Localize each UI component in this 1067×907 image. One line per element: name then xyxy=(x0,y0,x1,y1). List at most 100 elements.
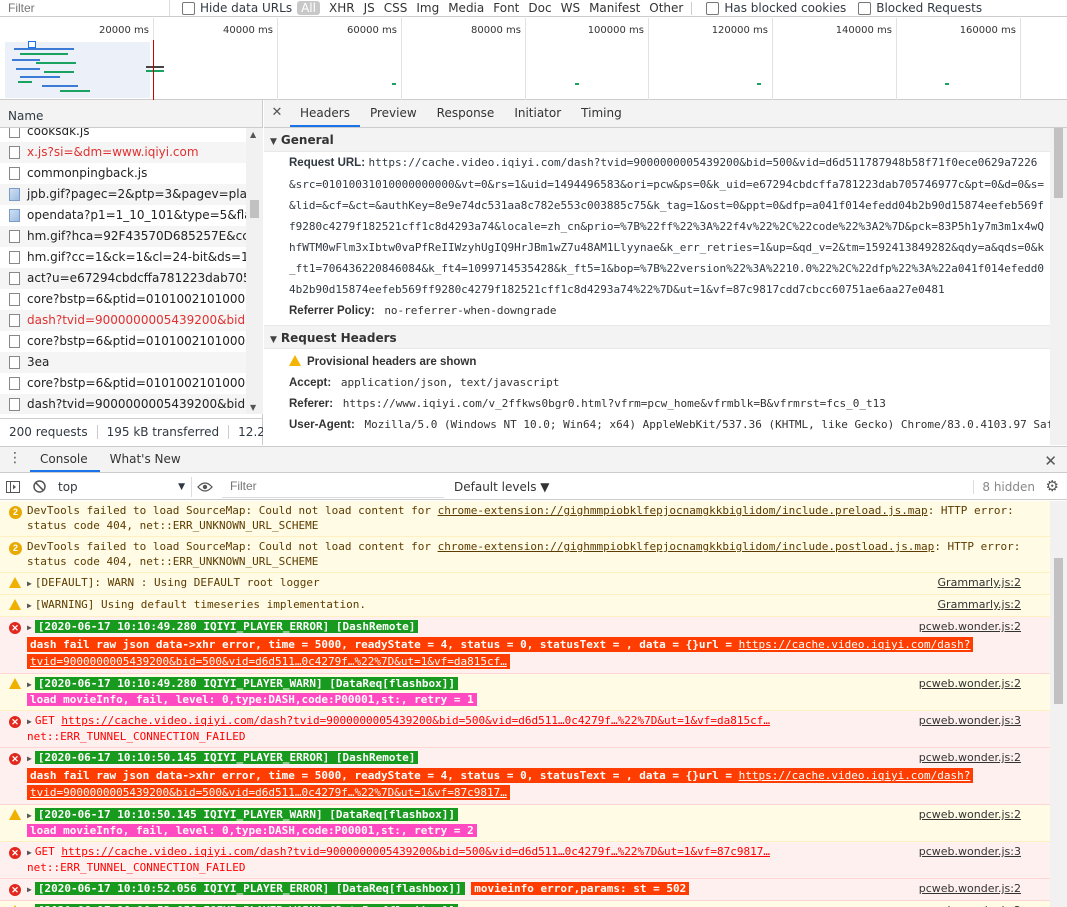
console-filter-input[interactable] xyxy=(222,475,444,498)
hide-data-urls-toggle[interactable]: Hide data URLs xyxy=(182,1,292,15)
message-link[interactable]: https://cache.video.iqiyi.com/dash?tvid=… xyxy=(61,714,770,727)
accept-header-value[interactable]: application/json, text/javascript xyxy=(341,376,560,389)
message-link[interactable]: chrome-extension://gighmmpiobklfepjocnam… xyxy=(438,540,935,553)
request-url-value[interactable]: https://cache.video.iqiyi.com/dash?tvid=… xyxy=(289,156,1044,296)
tab-headers[interactable]: Headers xyxy=(290,106,360,127)
tab-initiator[interactable]: Initiator xyxy=(504,106,571,127)
console-message[interactable]: ✕ ▶ [2020-06-17 10:10:50.145 IQIYI_PLAYER_… xyxy=(0,748,1050,805)
expand-triangle-icon[interactable]: ▶ xyxy=(27,885,32,894)
network-filter-input[interactable] xyxy=(0,0,170,16)
live-expression-eye-icon[interactable] xyxy=(192,474,218,500)
type-filter-js[interactable]: JS xyxy=(364,1,375,15)
close-drawer-icon[interactable]: ✕ xyxy=(1044,452,1057,470)
request-row[interactable]: commonpingback.js xyxy=(0,163,246,184)
tab-response[interactable]: Response xyxy=(427,106,505,127)
request-row[interactable]: cooksdk.js xyxy=(0,128,246,142)
type-filter-other[interactable]: Other xyxy=(649,1,683,15)
type-filter-all[interactable]: All xyxy=(297,1,320,15)
message-link[interactable]: https://cache.video.iqiyi.com/dash?tvid=… xyxy=(61,845,770,858)
source-link[interactable]: Grammarly.js:2 xyxy=(938,576,1021,590)
request-row[interactable]: x.js?si=&dm=www.iqiyi.com xyxy=(0,142,246,163)
request-list-scrollbar[interactable]: ▲ ▼ xyxy=(246,128,263,414)
source-link[interactable]: pcweb.wonder.js:2 xyxy=(919,751,1021,765)
request-row[interactable]: opendata?p1=1_10_101&type=5&flashuid xyxy=(0,205,246,226)
hide-data-urls-checkbox[interactable] xyxy=(182,1,195,15)
tab-whats-new[interactable]: What's New xyxy=(100,452,193,472)
type-filter-font[interactable]: Font xyxy=(493,1,519,15)
console-message[interactable]: ▶ [WARNING] Using default timeseries impl… xyxy=(0,595,1050,617)
network-overview-timeline[interactable]: 20000 ms 40000 ms 60000 ms 80000 ms 100000 m… xyxy=(0,18,1067,100)
user-agent-header-value[interactable]: Mozilla/5.0 (Windows NT 10.0; Win64; x64… xyxy=(364,418,1050,431)
console-message[interactable]: ✕ ▶ GET https://cache.video.iqiyi.com/dash… xyxy=(0,842,1050,879)
expand-triangle-icon[interactable]: ▶ xyxy=(27,811,32,820)
type-filter-manifest[interactable]: Manifest xyxy=(589,1,640,15)
scrollbar-thumb[interactable] xyxy=(250,200,259,218)
type-filter-media[interactable]: Media xyxy=(448,1,484,15)
scroll-up-icon[interactable]: ▲ xyxy=(250,130,256,139)
request-row[interactable]: core?bstp=6&ptid=010100210100000000 xyxy=(0,289,246,310)
request-row[interactable]: jpb.gif?pagec=2&ptp=3&pagev=playpage xyxy=(0,184,246,205)
name-column-header[interactable]: Name xyxy=(0,100,262,128)
referer-header-value[interactable]: https://www.iqiyi.com/v_2ffkws0bgr0.html… xyxy=(343,397,886,410)
has-blocked-cookies-toggle[interactable]: Has blocked cookies xyxy=(706,1,846,15)
tab-console[interactable]: Console xyxy=(30,452,100,472)
scrollbar-thumb[interactable] xyxy=(1054,558,1063,704)
source-link[interactable]: pcweb.wonder.js:3 xyxy=(919,845,1021,859)
tab-timing[interactable]: Timing xyxy=(571,106,632,127)
request-row[interactable]: core?bstp=6&ptid=010100210100000000 xyxy=(0,373,246,394)
expand-triangle-icon[interactable]: ▶ xyxy=(27,623,32,632)
source-link[interactable]: pcweb.wonder.js:2 xyxy=(919,620,1021,634)
referrer-policy-value[interactable]: no-referrer-when-downgrade xyxy=(384,304,556,317)
source-link[interactable]: pcweb.wonder.js:2 xyxy=(919,882,1021,896)
headers-scrollbar[interactable] xyxy=(1050,128,1067,445)
expand-triangle-icon[interactable]: ▶ xyxy=(27,717,32,726)
expand-triangle-icon[interactable]: ▶ xyxy=(27,754,32,763)
general-section-header[interactable]: ▼ General xyxy=(264,128,1050,152)
console-message[interactable]: ✕ ▶ [2020-06-17 10:10:52.056 IQIYI_PLAYER_… xyxy=(0,879,1050,901)
console-message[interactable]: 2 DevTools failed to load SourceMap: Coul… xyxy=(0,501,1050,537)
expand-triangle-icon[interactable]: ▶ xyxy=(27,680,32,689)
scroll-down-icon[interactable]: ▼ xyxy=(250,403,256,412)
console-message[interactable]: ✕ ▶ [2020-06-17 10:10:49.280 IQIYI_PLAYER_… xyxy=(0,617,1050,674)
has-blocked-cookies-checkbox[interactable] xyxy=(706,1,720,15)
log-levels-dropdown[interactable]: Default levels ▼ xyxy=(454,480,550,494)
blocked-requests-toggle[interactable]: Blocked Requests xyxy=(858,1,982,15)
request-row[interactable]: act?u=e67294cbdcffa781223dab7057469 xyxy=(0,268,246,289)
scrollbar-thumb[interactable] xyxy=(1054,128,1063,198)
context-selector[interactable]: top ▼ xyxy=(52,476,192,497)
source-link[interactable]: pcweb.wonder.js:2 xyxy=(919,677,1021,691)
close-detail-icon[interactable]: ✕ xyxy=(264,105,290,127)
gear-icon[interactable]: ⚙ xyxy=(1046,477,1059,495)
source-link[interactable]: pcweb.wonder.js:2 xyxy=(919,808,1021,822)
type-filter-xhr[interactable]: XHR xyxy=(329,1,355,15)
console-message[interactable]: ▶ [DEFAULT]: WARN : Using DEFAULT root lo… xyxy=(0,573,1050,595)
type-filter-img[interactable]: Img xyxy=(416,1,439,15)
console-message[interactable]: 2 DevTools failed to load SourceMap: Coul… xyxy=(0,537,1050,573)
source-link[interactable]: pcweb.wonder.js:3 xyxy=(919,714,1021,728)
clear-console-icon[interactable] xyxy=(26,474,52,500)
type-filter-ws[interactable]: WS xyxy=(561,1,580,15)
sidebar-toggle-icon[interactable] xyxy=(0,474,26,500)
request-row[interactable]: hm.gif?cc=1&ck=1&cl=24-bit&ds=1920x1 xyxy=(0,247,246,268)
console-message[interactable]: ▶ [2020-06-17 10:10:50.145 IQIYI_PLAYER_W… xyxy=(0,805,1050,842)
message-link[interactable]: chrome-extension://gighmmpiobklfepjocnam… xyxy=(438,504,928,517)
type-filter-css[interactable]: CSS xyxy=(384,1,408,15)
request-row[interactable]: 3ea xyxy=(0,352,246,373)
request-row[interactable]: core?bstp=6&ptid=010100210100000000 xyxy=(0,331,246,352)
request-row[interactable]: dash?tvid=9000000005439200&bid=500& xyxy=(0,394,246,414)
source-link[interactable]: Grammarly.js:2 xyxy=(938,598,1021,612)
tab-preview[interactable]: Preview xyxy=(360,106,427,127)
request-row[interactable]: hm.gif?hca=92F43570D685257E&cc=1&ck xyxy=(0,226,246,247)
type-filter-doc[interactable]: Doc xyxy=(528,1,551,15)
console-message[interactable]: ▶ [2020-06-17 10:10:49.280 IQIYI_PLAYER_W… xyxy=(0,674,1050,711)
expand-triangle-icon[interactable]: ▶ xyxy=(27,848,32,857)
expand-triangle-icon[interactable]: ▶ xyxy=(27,601,32,610)
console-scrollbar[interactable] xyxy=(1050,501,1067,907)
request-row[interactable]: dash?tvid=9000000005439200&bid=500& xyxy=(0,310,246,331)
blocked-requests-checkbox[interactable] xyxy=(858,1,872,15)
console-message[interactable]: ✕ ▶ GET https://cache.video.iqiyi.com/dash… xyxy=(0,711,1050,748)
expand-triangle-icon[interactable]: ▶ xyxy=(27,579,32,588)
console-message[interactable]: ▶[2020-06-17 10:10:52.056 IQIYI_PLAYER_W… xyxy=(0,901,1050,907)
drawer-menu-icon[interactable]: ⋮ xyxy=(0,450,30,472)
request-headers-section-header[interactable]: ▼ Request Headers xyxy=(264,325,1050,349)
